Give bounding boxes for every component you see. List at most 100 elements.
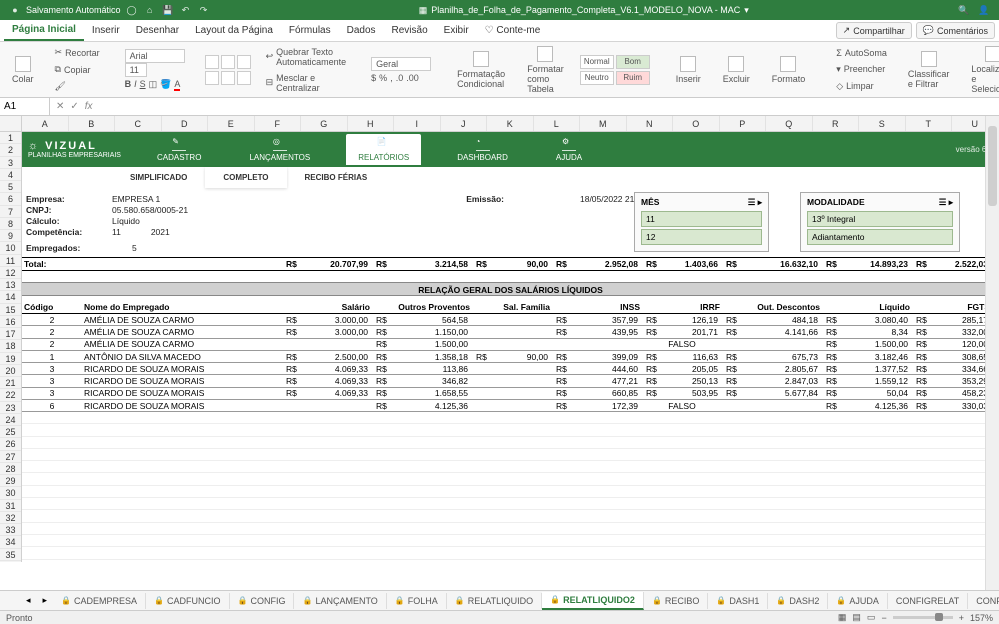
fill-color-button[interactable]: 🪣	[160, 79, 171, 90]
alignment-grid[interactable]	[205, 55, 251, 85]
ribbon-tab-review[interactable]: Revisão	[384, 21, 436, 40]
row-headers[interactable]: 1234567891011121314151617181920212223242…	[0, 132, 22, 562]
vertical-scrollbar[interactable]	[985, 116, 999, 590]
toggle-off-icon[interactable]: ◯	[125, 3, 139, 17]
zoom-value[interactable]: 157%	[970, 613, 993, 623]
find-select-button[interactable]: Localizar e Selecionar	[965, 44, 999, 96]
sheet-nav-prev[interactable]: ◂	[20, 595, 37, 606]
fx-icon[interactable]: fx	[85, 101, 93, 112]
nav-ajuda[interactable]: ⚙AJUDA	[544, 134, 594, 165]
ribbon-tab-home[interactable]: Página Inicial	[4, 20, 84, 41]
ribbon-tab-layout[interactable]: Layout da Página	[187, 21, 281, 40]
percent-button[interactable]: %	[379, 73, 387, 83]
delete-cells-button[interactable]: Excluir	[717, 54, 756, 86]
view-break-icon[interactable]: ▭	[867, 612, 876, 623]
column-headers[interactable]: A B C D E F G H I J K L M N O P Q R S T …	[0, 116, 999, 132]
table-row[interactable]: 1ANTÔNIO DA SILVA MACEDOR$2.500,00R$1.35…	[22, 351, 999, 363]
font-color-button[interactable]: A	[174, 79, 180, 90]
sort-filter-button[interactable]: Classificar e Filtrar	[902, 49, 956, 91]
nav-cadastro[interactable]: ✎CADASTRO	[145, 134, 213, 165]
nav-lancamentos[interactable]: ◎LANÇAMENTOS	[237, 134, 322, 165]
wrap-text-button[interactable]: ↩ Quebrar Texto Automaticamente	[261, 45, 352, 69]
autosave-toggle[interactable]: ●	[8, 3, 22, 17]
sheet-tab[interactable]: CONFIGRELAT2	[968, 593, 999, 609]
user-icon[interactable]: 👤	[977, 3, 991, 17]
cancel-fx-icon[interactable]: ✕	[56, 101, 64, 112]
dec-inc-button[interactable]: .0	[396, 73, 404, 83]
list-icon[interactable]: ☰ ▸	[748, 197, 762, 208]
enter-fx-icon[interactable]: ✓	[70, 101, 78, 112]
format-table-button[interactable]: Formatar como Tabela	[521, 44, 570, 96]
format-cells-button[interactable]: Formato	[766, 54, 812, 86]
font-size-select[interactable]: 11	[125, 63, 147, 77]
sheet-tab[interactable]: 🔒RECIBO	[644, 593, 708, 609]
subtab-simplificado[interactable]: SIMPLIFICADO	[112, 167, 205, 188]
underline-button[interactable]: S	[140, 79, 146, 90]
zoom-out-icon[interactable]: −	[881, 613, 886, 623]
cut-button[interactable]: ✂ Recortar	[50, 45, 105, 60]
dec-dec-button[interactable]: .00	[406, 73, 419, 83]
worksheet-area[interactable]: ☼ VIZUAL PLANILHAS EMPRESARIAIS ✎CADASTR…	[22, 132, 999, 562]
copy-button[interactable]: ⧉ Copiar	[50, 62, 105, 77]
clear-button[interactable]: ◇ Limpar	[831, 79, 892, 94]
modality-selector[interactable]: MODALIDADE☰ ▸ 13º Integral Adiantamento	[800, 192, 960, 252]
ribbon-tab-formulas[interactable]: Fórmulas	[281, 21, 339, 40]
sheet-tab[interactable]: 🔒CONFIG	[230, 593, 295, 609]
sheet-tab[interactable]: 🔒CADFUNCIO	[146, 593, 229, 609]
zoom-slider[interactable]	[893, 616, 953, 619]
ribbon-tab-insert[interactable]: Inserir	[84, 21, 128, 40]
search-icon[interactable]: 🔍	[957, 3, 971, 17]
select-all-corner[interactable]	[0, 116, 22, 131]
fill-button[interactable]: ▾ Preencher	[831, 62, 892, 77]
subtab-completo[interactable]: COMPLETO	[205, 167, 286, 188]
merge-center-button[interactable]: ⊟ Mesclar e Centralizar	[261, 71, 352, 95]
sheet-tab[interactable]: 🔒RELATLIQUIDO	[447, 593, 542, 609]
view-normal-icon[interactable]: ▦	[838, 612, 847, 623]
border-button[interactable]: ◫	[149, 79, 158, 90]
table-row[interactable]: 2AMÉLIA DE SOUZA CARMOR$3.000,00R$1.150,…	[22, 326, 999, 338]
sheet-tab[interactable]: 🔒LANÇAMENTO	[294, 593, 386, 609]
sheet-tab[interactable]: 🔒FOLHA	[387, 593, 447, 609]
conditional-format-button[interactable]: Formatação Condicional	[451, 49, 511, 91]
comma-button[interactable]: ,	[390, 73, 393, 83]
table-row[interactable]: 2AMÉLIA DE SOUZA CARMOR$1.500,00FALSOR$1…	[22, 339, 999, 351]
font-name-select[interactable]: Arial	[125, 49, 185, 63]
table-row[interactable]: 6RICARDO DE SOUZA MORAISR$4.125,36R$172,…	[22, 400, 999, 412]
zoom-in-icon[interactable]: +	[959, 613, 964, 623]
table-row[interactable]: 3RICARDO DE SOUZA MORAISR$4.069,33R$1.65…	[22, 388, 999, 400]
number-format-select[interactable]: Geral	[371, 57, 431, 71]
home-icon[interactable]: ⌂	[143, 3, 157, 17]
autosum-button[interactable]: Σ AutoSoma	[831, 46, 892, 60]
share-button[interactable]: ↗ Compartilhar	[836, 22, 912, 39]
nav-relatorios[interactable]: 📄RELATÓRIOS	[346, 134, 421, 165]
list-icon[interactable]: ☰ ▸	[939, 197, 953, 208]
bold-button[interactable]: B	[125, 79, 132, 90]
sheet-tab[interactable]: 🔒AJUDA	[828, 593, 887, 609]
ribbon-tab-data[interactable]: Dados	[339, 21, 384, 40]
ribbon-tab-view[interactable]: Exibir	[436, 21, 477, 40]
sheet-tab[interactable]: CONFIGRELAT	[888, 593, 968, 609]
italic-button[interactable]: I	[134, 79, 137, 90]
sheet-tab[interactable]: 🔒DASH1	[708, 593, 768, 609]
redo-icon[interactable]: ↷	[197, 3, 211, 17]
ribbon-tab-draw[interactable]: Desenhar	[128, 21, 187, 40]
sheet-tab[interactable]: 🔒CADEMPRESA	[53, 593, 146, 609]
comments-button[interactable]: 💬 Comentários	[916, 22, 995, 39]
save-icon[interactable]: 💾	[161, 3, 175, 17]
subtab-recibo-ferias[interactable]: RECIBO FÉRIAS	[287, 167, 386, 188]
cell-styles-gallery[interactable]: NormalNeutro BomRuim	[580, 55, 650, 85]
sheet-nav-next[interactable]: ▸	[37, 595, 54, 606]
paste-button[interactable]: Colar	[6, 54, 40, 86]
ribbon-tab-tellme[interactable]: ♡ Conte-me	[477, 21, 549, 40]
table-row[interactable]: 3RICARDO DE SOUZA MORAISR$4.069,33R$113,…	[22, 363, 999, 375]
view-layout-icon[interactable]: ▤	[852, 612, 861, 623]
name-box[interactable]: A1	[0, 98, 50, 115]
sheet-tab[interactable]: 🔒DASH2	[768, 593, 828, 609]
currency-button[interactable]: $	[371, 73, 376, 83]
table-row[interactable]: 3RICARDO DE SOUZA MORAISR$4.069,33R$346,…	[22, 375, 999, 387]
dropdown-icon[interactable]: ▾	[744, 5, 749, 16]
nav-dashboard[interactable]: ◔DASHBOARD	[445, 134, 520, 165]
undo-icon[interactable]: ↶	[179, 3, 193, 17]
month-selector[interactable]: MÊS☰ ▸ 11 12	[634, 192, 769, 252]
insert-cells-button[interactable]: Inserir	[670, 54, 707, 86]
